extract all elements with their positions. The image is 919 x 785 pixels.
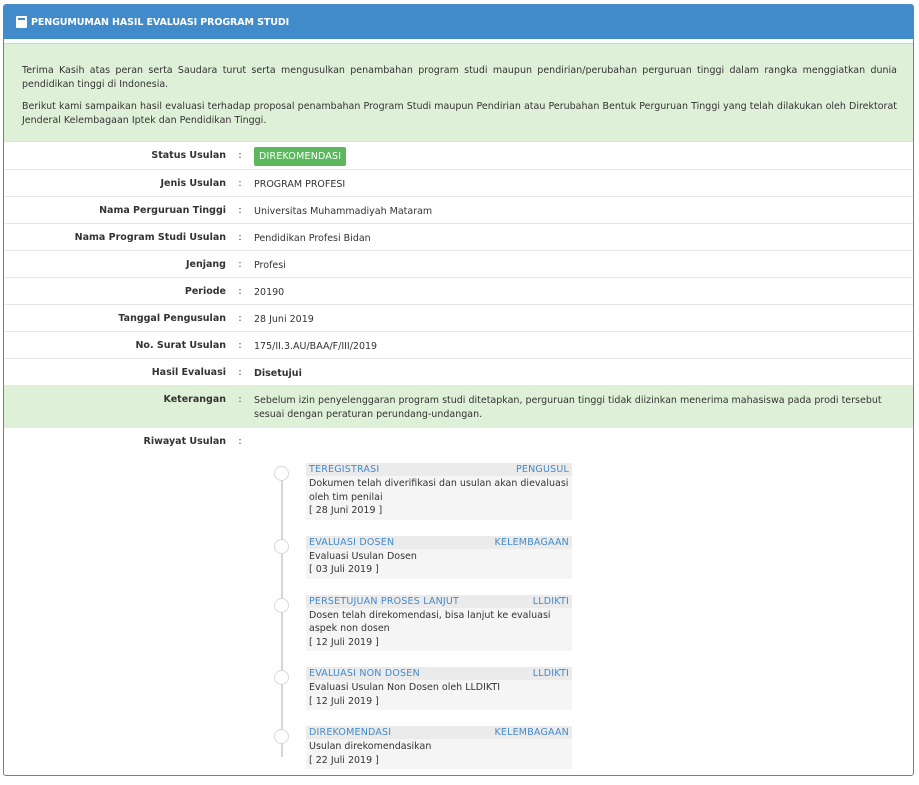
row-surat: No. Surat Usulan : 175/II.3.AU/BAA/F/III… — [4, 331, 913, 358]
timeline-desc: Dokumen telah diverifikasi dan usulan ak… — [309, 478, 569, 503]
surat-value: 175/II.3.AU/BAA/F/III/2019 — [254, 341, 378, 352]
history-timeline: TEREGISTRASI PENGUSUL Dokumen telah diver… — [274, 463, 913, 769]
hasil-value: Disetujui — [254, 368, 302, 379]
timeline-date: [ 22 Juli 2019 ] — [309, 754, 379, 766]
timeline-desc: Dosen telah direkomendasi, bisa lanjut k… — [309, 609, 551, 635]
row-status: Status Usulan : DIREKOMENDASI — [4, 142, 913, 169]
perguruan-tinggi-value: Universitas Muhammadiyah Mataram — [254, 206, 433, 217]
timeline-date: [ 12 Juli 2019 ] — [309, 636, 379, 648]
timeline-desc: Evaluasi Usulan Non Dosen oleh LLDIKTI — [309, 682, 501, 693]
timeline-date: [ 28 Juni 2019 ] — [309, 505, 383, 516]
row-riwayat: Riwayat Usulan : — [143, 436, 242, 447]
panel-header: PENGUMUMAN HASIL EVALUASI PROGRAM STUDI — [4, 5, 913, 39]
row-tanggal: Tanggal Pengusulan : 28 Juni 2019 — [4, 304, 913, 331]
intro-paragraph: Berikut kami sampaikan hasil evaluasi te… — [22, 101, 897, 126]
timeline-item: EVALUASI DOSEN KELEMBAGAAN Evaluasi Usula… — [274, 535, 913, 579]
jenjang-value: Profesi — [254, 260, 286, 271]
row-perguruan-tinggi: Nama Perguruan Tinggi : Universitas Muha… — [4, 196, 913, 223]
timeline-date: [ 12 Juli 2019 ] — [309, 695, 379, 707]
intro-paragraph: Terima Kasih atas peran serta Saudara tu… — [22, 65, 897, 90]
announcement-panel: PENGUMUMAN HASIL EVALUASI PROGRAM STUDI … — [3, 4, 914, 776]
timeline-item: PERSETUJUAN PROSES LANJUT LLDIKTI Dosen t… — [274, 594, 913, 651]
jenis-value: PROGRAM PROFESI — [254, 179, 346, 190]
timeline-dot-icon — [274, 597, 289, 613]
timeline-date: [ 03 Juli 2019 ] — [309, 564, 379, 575]
row-periode: Periode : 20190 — [4, 277, 913, 304]
status-badge: DIREKOMENDASI — [254, 147, 347, 166]
row-hasil: Hasil Evaluasi : Disetujui — [4, 358, 913, 385]
row-prodi: Nama Program Studi Usulan : Pendidikan P… — [4, 223, 913, 250]
timeline-item: DIREKOMENDASI KELEMBAGAAN Usulan direkome… — [274, 726, 913, 769]
timeline-desc: Usulan direkomendasikan — [309, 741, 432, 752]
timeline-dot-icon — [274, 538, 289, 554]
intro-message: Terima Kasih atas peran serta Saudara tu… — [4, 43, 913, 142]
document-icon — [16, 16, 27, 28]
timeline-item: TEREGISTRASI PENGUSUL Dokumen telah diver… — [274, 463, 913, 520]
timeline-desc: Evaluasi Usulan Dosen — [309, 550, 417, 562]
periode-value: 20190 — [254, 287, 285, 298]
row-keterangan: Keterangan : Sebelum izin penyelenggaran… — [4, 385, 913, 428]
row-jenjang: Jenjang : Profesi — [4, 250, 913, 277]
timeline-item: EVALUASI NON DOSEN LLDIKTI Evaluasi Usula… — [274, 667, 913, 710]
timeline-dot-icon — [274, 466, 289, 481]
timeline-dot-icon — [274, 729, 289, 744]
detail-list: Status Usulan : DIREKOMENDASI Jenis Usul… — [4, 142, 913, 769]
status-label: Status Usulan — [151, 150, 226, 161]
timeline-dot-icon — [274, 670, 289, 685]
panel-title: PENGUMUMAN HASIL EVALUASI PROGRAM STUDI — [31, 16, 290, 28]
tanggal-value: 28 Juni 2019 — [254, 314, 314, 325]
row-jenis: Jenis Usulan : PROGRAM PROFESI — [4, 169, 913, 196]
prodi-value: Pendidikan Profesi Bidan — [254, 233, 371, 244]
keterangan-value: Sebelum izin penyelenggaran program stud… — [254, 395, 882, 420]
